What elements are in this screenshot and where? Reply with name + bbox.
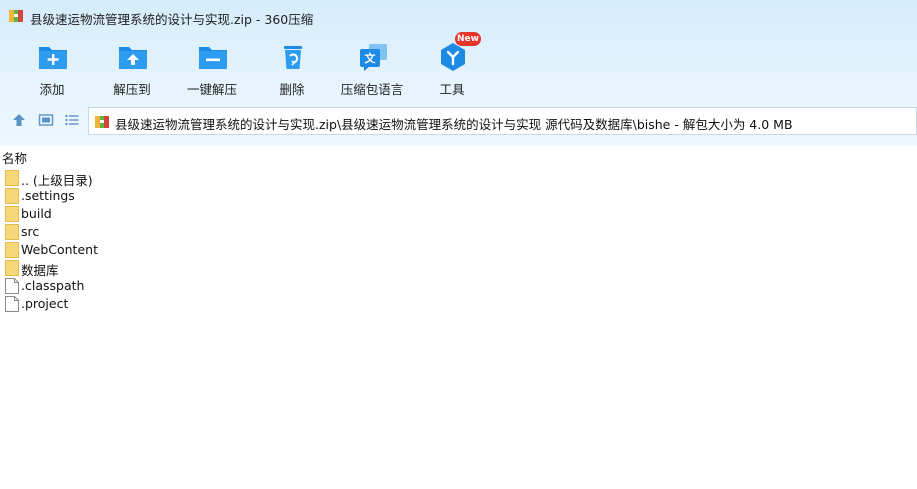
file-name: .classpath	[21, 278, 85, 293]
file-name: .project	[21, 296, 69, 311]
folder-icon	[5, 260, 19, 276]
top-panel: 县级速运物流管理系统的设计与实现.zip - 360压缩 添加 解压到 一键解压…	[0, 0, 917, 146]
folder-icon	[5, 224, 19, 240]
file-name: .settings	[21, 188, 75, 203]
extract-to-icon	[116, 40, 150, 74]
list-item[interactable]: .project	[0, 295, 917, 313]
file-name: WebContent	[21, 242, 98, 257]
list-item[interactable]: .settings	[0, 187, 917, 205]
zip-archive-icon	[94, 114, 110, 130]
up-arrow-icon[interactable]	[11, 112, 27, 128]
one-click-extract-label: 一键解压	[186, 82, 237, 97]
folder-icon	[5, 188, 19, 204]
column-header-name[interactable]: 名称	[2, 148, 27, 167]
new-badge: New	[455, 32, 481, 46]
folder-icon	[5, 170, 19, 186]
language-icon: 文	[356, 40, 390, 74]
extract-to-button[interactable]: 解压到	[92, 36, 172, 100]
list-item[interactable]: .classpath	[0, 277, 917, 295]
svg-text:文: 文	[365, 51, 377, 65]
title-bar: 县级速运物流管理系统的设计与实现.zip - 360压缩	[0, 0, 917, 32]
folder-icon	[5, 206, 19, 222]
one-click-extract-button[interactable]: 一键解压	[172, 36, 252, 100]
list-item[interactable]: WebContent	[0, 241, 917, 259]
navigation-bar: 县级速运物流管理系统的设计与实现.zip\县级速运物流管理系统的设计与实现 源代…	[0, 107, 917, 135]
archive-language-label: 压缩包语言	[340, 82, 404, 97]
file-name: build	[21, 206, 52, 221]
folder-icon	[5, 242, 19, 258]
window-title: 县级速运物流管理系统的设计与实现.zip - 360压缩	[30, 12, 314, 27]
address-path: 县级速运物流管理系统的设计与实现.zip\县级速运物流管理系统的设计与实现 源代…	[115, 117, 793, 132]
file-icon	[5, 278, 19, 294]
tools-label: 工具	[439, 82, 465, 97]
archive-language-button[interactable]: 文 压缩包语言	[332, 36, 412, 100]
list-view-icon[interactable]	[64, 112, 80, 128]
address-bar[interactable]: 县级速运物流管理系统的设计与实现.zip\县级速运物流管理系统的设计与实现 源代…	[88, 107, 917, 135]
list-item[interactable]: src	[0, 223, 917, 241]
toolbar: 添加 解压到 一键解压 删除 文 压缩包语言 工具 New	[0, 32, 520, 100]
file-icon	[5, 296, 19, 312]
file-name: src	[21, 224, 40, 239]
delete-label: 删除	[279, 82, 305, 97]
list-item[interactable]: build	[0, 205, 917, 223]
list-item-parent-dir[interactable]: .. (上级目录)	[0, 169, 917, 188]
archive-app-icon	[8, 8, 24, 24]
delete-button[interactable]: 删除	[252, 36, 332, 100]
one-click-extract-icon	[196, 40, 230, 74]
list-item[interactable]: 数据库	[0, 259, 917, 278]
extract-to-label: 解压到	[113, 82, 151, 97]
add-button[interactable]: 添加	[12, 36, 92, 100]
add-folder-icon	[36, 40, 70, 74]
add-button-label: 添加	[39, 82, 65, 97]
recycle-bin-icon	[276, 40, 310, 74]
thumbnail-view-icon[interactable]	[38, 112, 54, 128]
tools-button[interactable]: 工具	[412, 36, 492, 100]
